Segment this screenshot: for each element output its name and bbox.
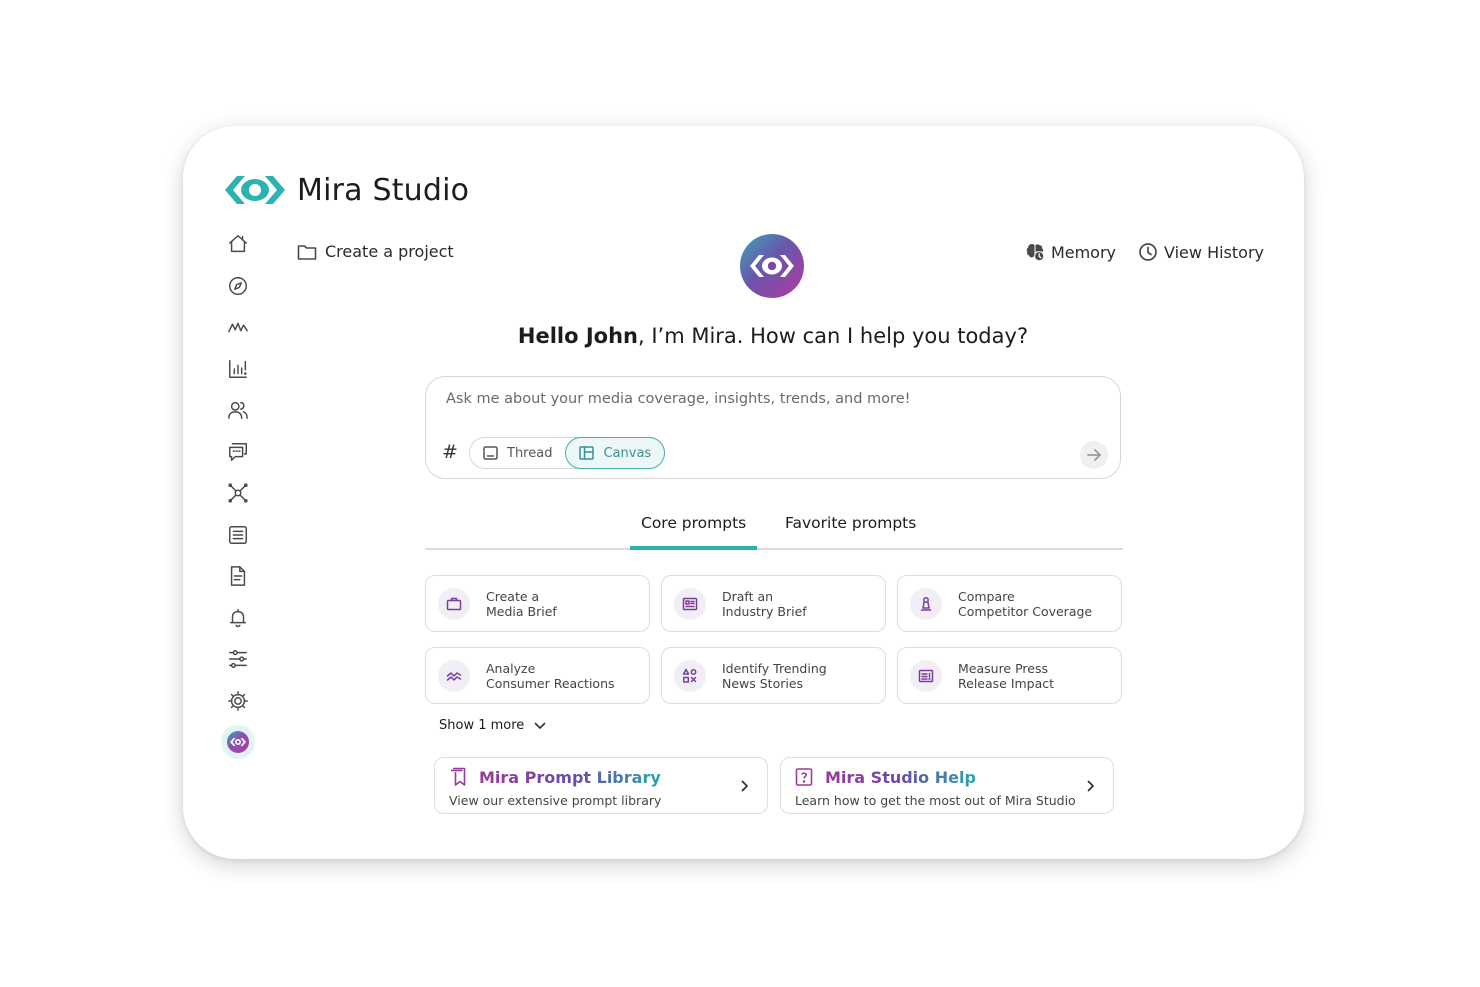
greeting-text: , I’m Mira. How can I help you today?: [637, 324, 1029, 348]
users-icon: [228, 401, 248, 419]
studio-help-title: Mira Studio Help: [825, 767, 976, 787]
compass-icon: [229, 276, 247, 295]
view-history-label: View History: [1164, 242, 1264, 262]
trend-lines-icon: [446, 671, 462, 681]
show-more-label: Show 1 more: [439, 718, 525, 733]
mira-eye-icon: [230, 738, 246, 746]
prompt-line1: Analyze: [486, 660, 536, 676]
header-actions: Memory View History: [1003, 242, 1264, 262]
prompt-library-title: Mira Prompt Library: [479, 767, 661, 787]
prompt-line2: Release Impact: [958, 675, 1055, 691]
mode-toggle: Thread Canvas: [469, 437, 666, 469]
mira-eye-logo-icon: [225, 176, 285, 204]
network-icon: [228, 483, 248, 503]
sliders-icon: [229, 650, 247, 668]
prompt-card-media-brief[interactable]: Create a Media Brief: [425, 575, 650, 632]
show-more-button[interactable]: Show 1 more: [439, 718, 546, 733]
canvas-icon: [579, 446, 595, 460]
folder-icon: [297, 244, 317, 260]
view-history-button[interactable]: View History: [1138, 242, 1264, 262]
chevron-right-icon: [741, 780, 748, 792]
send-button[interactable]: [1080, 441, 1108, 469]
bar-chart-icon: [229, 359, 247, 378]
prompt-library-card[interactable]: Mira Prompt Library View our extensive p…: [434, 757, 768, 814]
brain-clock-icon: [1026, 244, 1045, 262]
greeting-name: Hello John: [517, 324, 638, 348]
sidebar-item-filters[interactable]: [221, 642, 255, 676]
sidebar-item-mira[interactable]: [221, 725, 255, 759]
prompt-line1: Measure Press: [958, 660, 1048, 676]
studio-help-card[interactable]: Mira Studio Help Learn how to get the mo…: [780, 757, 1114, 814]
gear-icon: [228, 690, 248, 711]
prompt-line2: Media Brief: [486, 603, 557, 619]
sidebar: [221, 227, 255, 767]
prompt-card-industry-brief[interactable]: Draft an Industry Brief: [661, 575, 886, 632]
bookmark-icon: [451, 767, 466, 786]
prompt-line1: Compare: [958, 588, 1015, 604]
tab-favorite-prompts[interactable]: Favorite prompts: [785, 514, 916, 550]
sidebar-item-home[interactable]: [221, 227, 255, 261]
mira-avatar: [740, 234, 804, 298]
sidebar-item-analytics[interactable]: [221, 352, 255, 386]
app-title: Mira Studio: [297, 172, 470, 208]
chevron-right-icon: [1087, 780, 1094, 792]
studio-help-subtitle: Learn how to get the most out of Mira St…: [795, 793, 1076, 808]
prompt-line2: Competitor Coverage: [958, 603, 1093, 619]
mira-eye-icon: [750, 255, 794, 277]
prompt-card-consumer-reactions[interactable]: Analyze Consumer Reactions: [425, 647, 650, 704]
chat-composer: # Thread Canvas: [425, 376, 1121, 479]
app-window: Mira Studio Create a project Memory View…: [183, 126, 1304, 859]
memory-button[interactable]: Memory: [1025, 242, 1116, 262]
prompt-card-competitor-coverage[interactable]: Compare Competitor Coverage: [897, 575, 1122, 632]
greeting: Hello John, I’m Mira. How can I help you…: [183, 324, 1363, 348]
briefcase-icon: [446, 597, 462, 610]
thread-mode-button[interactable]: Thread: [470, 438, 565, 468]
sidebar-item-network[interactable]: [221, 476, 255, 510]
help-icon: [795, 768, 813, 786]
prompt-library-subtitle: View our extensive prompt library: [449, 793, 662, 808]
prompt-card-press-release-impact[interactable]: Measure Press Release Impact: [897, 647, 1122, 704]
sidebar-item-audience[interactable]: [221, 393, 255, 427]
prompt-line2: News Stories: [722, 675, 804, 691]
clock-icon: [1139, 243, 1157, 261]
sidebar-item-explore[interactable]: [221, 269, 255, 303]
tab-core-prompts[interactable]: Core prompts: [630, 514, 758, 550]
prompt-tabs: Core prompts Favorite prompts: [425, 512, 1123, 550]
memory-label: Memory: [1050, 242, 1117, 262]
chevron-down-icon: [534, 722, 546, 729]
chat-icon: [229, 442, 247, 461]
chat-input[interactable]: [446, 391, 1086, 407]
chess-pawn-icon: [920, 596, 932, 611]
canvas-mode-button[interactable]: Canvas: [565, 437, 666, 469]
arrow-right-icon: [1087, 449, 1101, 461]
list-icon: [229, 525, 247, 544]
thread-mode-label: Thread: [507, 445, 553, 461]
sidebar-item-conversations[interactable]: [221, 435, 255, 469]
home-icon: [229, 235, 247, 253]
release-icon: [918, 669, 934, 682]
prompt-line1: Create a: [486, 588, 540, 604]
canvas-mode-label: Canvas: [603, 445, 652, 461]
hashtag-button[interactable]: #: [442, 441, 458, 463]
prompt-line1: Draft an: [722, 588, 774, 604]
prompt-line1: Identify Trending: [722, 660, 827, 676]
sidebar-item-settings[interactable]: [221, 684, 255, 718]
brand: Mira Studio: [225, 170, 469, 210]
create-project-label: Create a project: [325, 242, 454, 261]
bell-icon: [229, 608, 247, 627]
create-project-button[interactable]: Create a project: [297, 242, 454, 261]
shapes-icon: [682, 668, 697, 683]
thread-icon: [483, 446, 498, 460]
document-icon: [230, 566, 246, 586]
newspaper-icon: [682, 597, 698, 610]
prompt-card-trending-news[interactable]: Identify Trending News Stories: [661, 647, 886, 704]
prompt-line2: Consumer Reactions: [486, 675, 615, 691]
prompt-line2: Industry Brief: [722, 603, 807, 619]
sidebar-item-reports[interactable]: [221, 559, 255, 593]
sidebar-item-alerts[interactable]: [221, 601, 255, 635]
sidebar-item-newsfeed[interactable]: [221, 518, 255, 552]
